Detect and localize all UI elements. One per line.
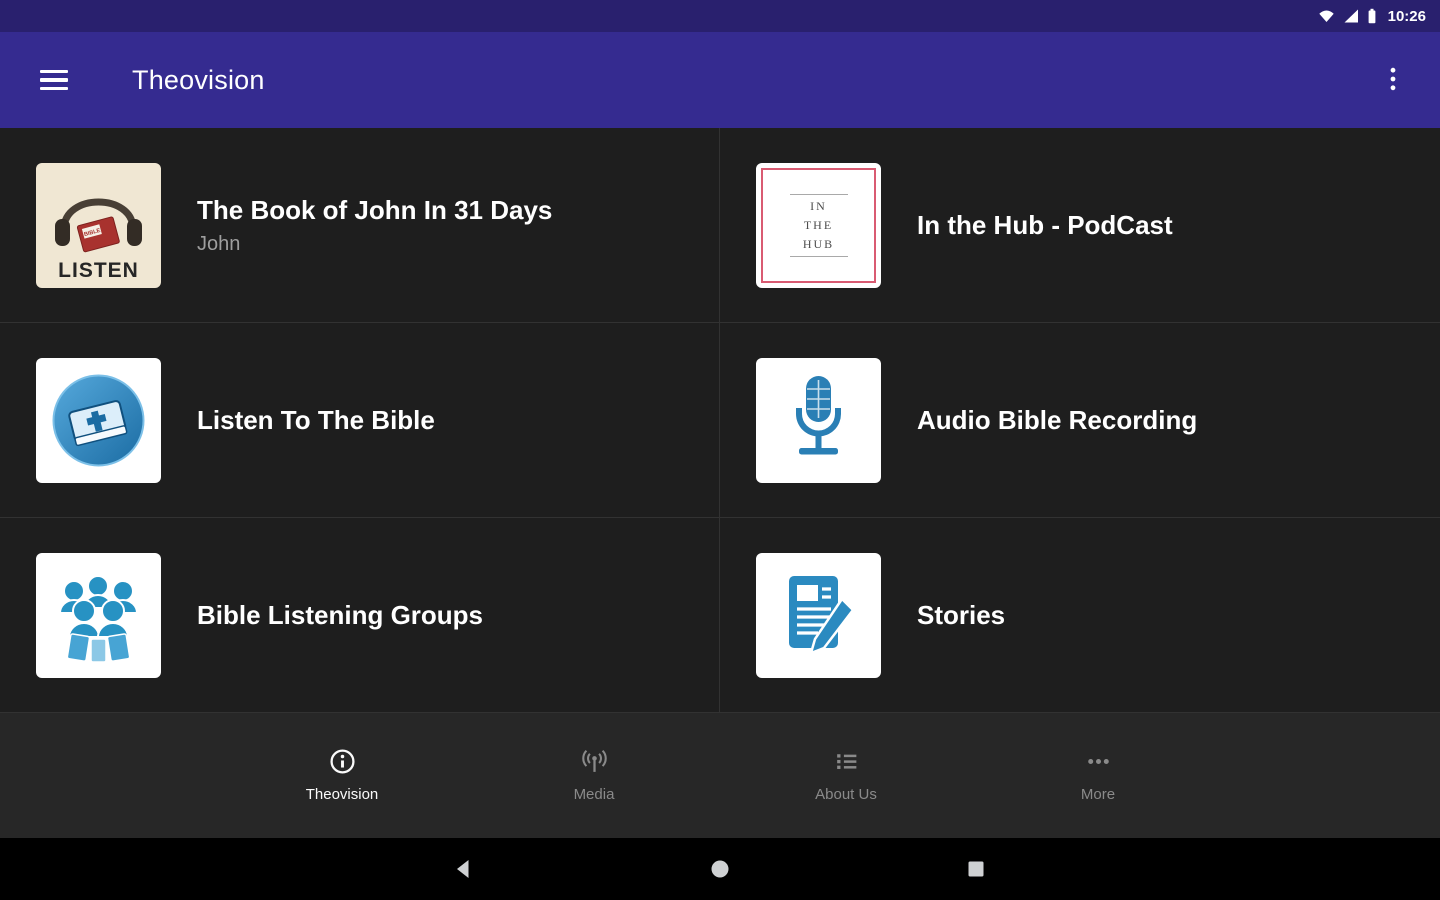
people-group-icon — [36, 552, 161, 678]
battery-icon — [1368, 8, 1376, 24]
app-title: Theovision — [132, 64, 265, 95]
cell-signal-icon — [1344, 9, 1358, 23]
nav-item-media[interactable]: Media — [468, 748, 720, 803]
nav-label: Theovision — [305, 786, 379, 803]
grid-item-in-the-hub[interactable]: IN THE HUB In the Hub - PodCast — [720, 128, 1440, 323]
recents-square-icon — [968, 861, 984, 877]
back-triangle-icon — [457, 860, 469, 878]
info-icon — [329, 749, 355, 774]
item-title: Listen To The Bible — [197, 404, 435, 435]
grid-item-book-of-john[interactable]: BIBLE LISTEN The Book of John In 31 Days… — [0, 128, 720, 323]
home-circle-icon — [711, 860, 729, 878]
john-album-art-icon: BIBLE LISTEN — [36, 162, 161, 288]
content-grid: BIBLE LISTEN The Book of John In 31 Days… — [0, 128, 1440, 713]
list-icon — [836, 754, 856, 769]
app-bar: Theovision — [0, 32, 1440, 128]
john-album-listen-text: LISTEN — [58, 258, 139, 282]
hamburger-menu-icon[interactable] — [36, 64, 72, 97]
nav-label: About Us — [815, 786, 877, 803]
document-pen-icon — [756, 552, 881, 678]
grid-item-stories[interactable]: Stories — [720, 518, 1440, 713]
grid-item-audio-bible-recording[interactable]: Audio Bible Recording — [720, 323, 1440, 518]
nav-item-theovision[interactable]: Theovision — [216, 748, 468, 803]
broadcast-icon — [581, 749, 607, 772]
overflow-menu-icon[interactable] — [1382, 63, 1404, 98]
status-time: 10:26 — [1387, 7, 1426, 25]
nav-item-more[interactable]: More — [972, 748, 1224, 803]
home-button[interactable] — [702, 851, 738, 887]
item-title: Bible Listening Groups — [197, 599, 484, 630]
item-title: In the Hub - PodCast — [917, 209, 1173, 240]
system-nav-bar — [0, 838, 1440, 900]
grid-item-listen-to-the-bible[interactable]: Listen To The Bible — [0, 323, 720, 518]
recents-button[interactable] — [958, 851, 994, 887]
more-horizontal-icon — [1087, 759, 1109, 764]
grid-item-bible-listening-groups[interactable]: Bible Listening Groups — [0, 518, 720, 713]
nav-item-about-us[interactable]: About Us — [720, 748, 972, 803]
in-the-hub-art-icon: IN THE HUB — [756, 162, 881, 288]
bible-circle-icon — [36, 357, 161, 483]
microphone-icon — [756, 357, 881, 483]
back-button[interactable] — [446, 851, 482, 887]
bottom-nav: Theovision Media About Us More — [0, 713, 1440, 838]
item-subtitle: John — [197, 232, 241, 255]
item-title: Audio Bible Recording — [917, 404, 1198, 435]
nav-label: Media — [573, 786, 615, 803]
status-bar: 10:26 — [0, 0, 1440, 32]
nav-label: More — [1080, 786, 1116, 803]
item-title: Stories — [917, 599, 1006, 630]
item-title: The Book of John In 31 Days — [197, 194, 553, 225]
wifi-icon — [1318, 10, 1334, 22]
